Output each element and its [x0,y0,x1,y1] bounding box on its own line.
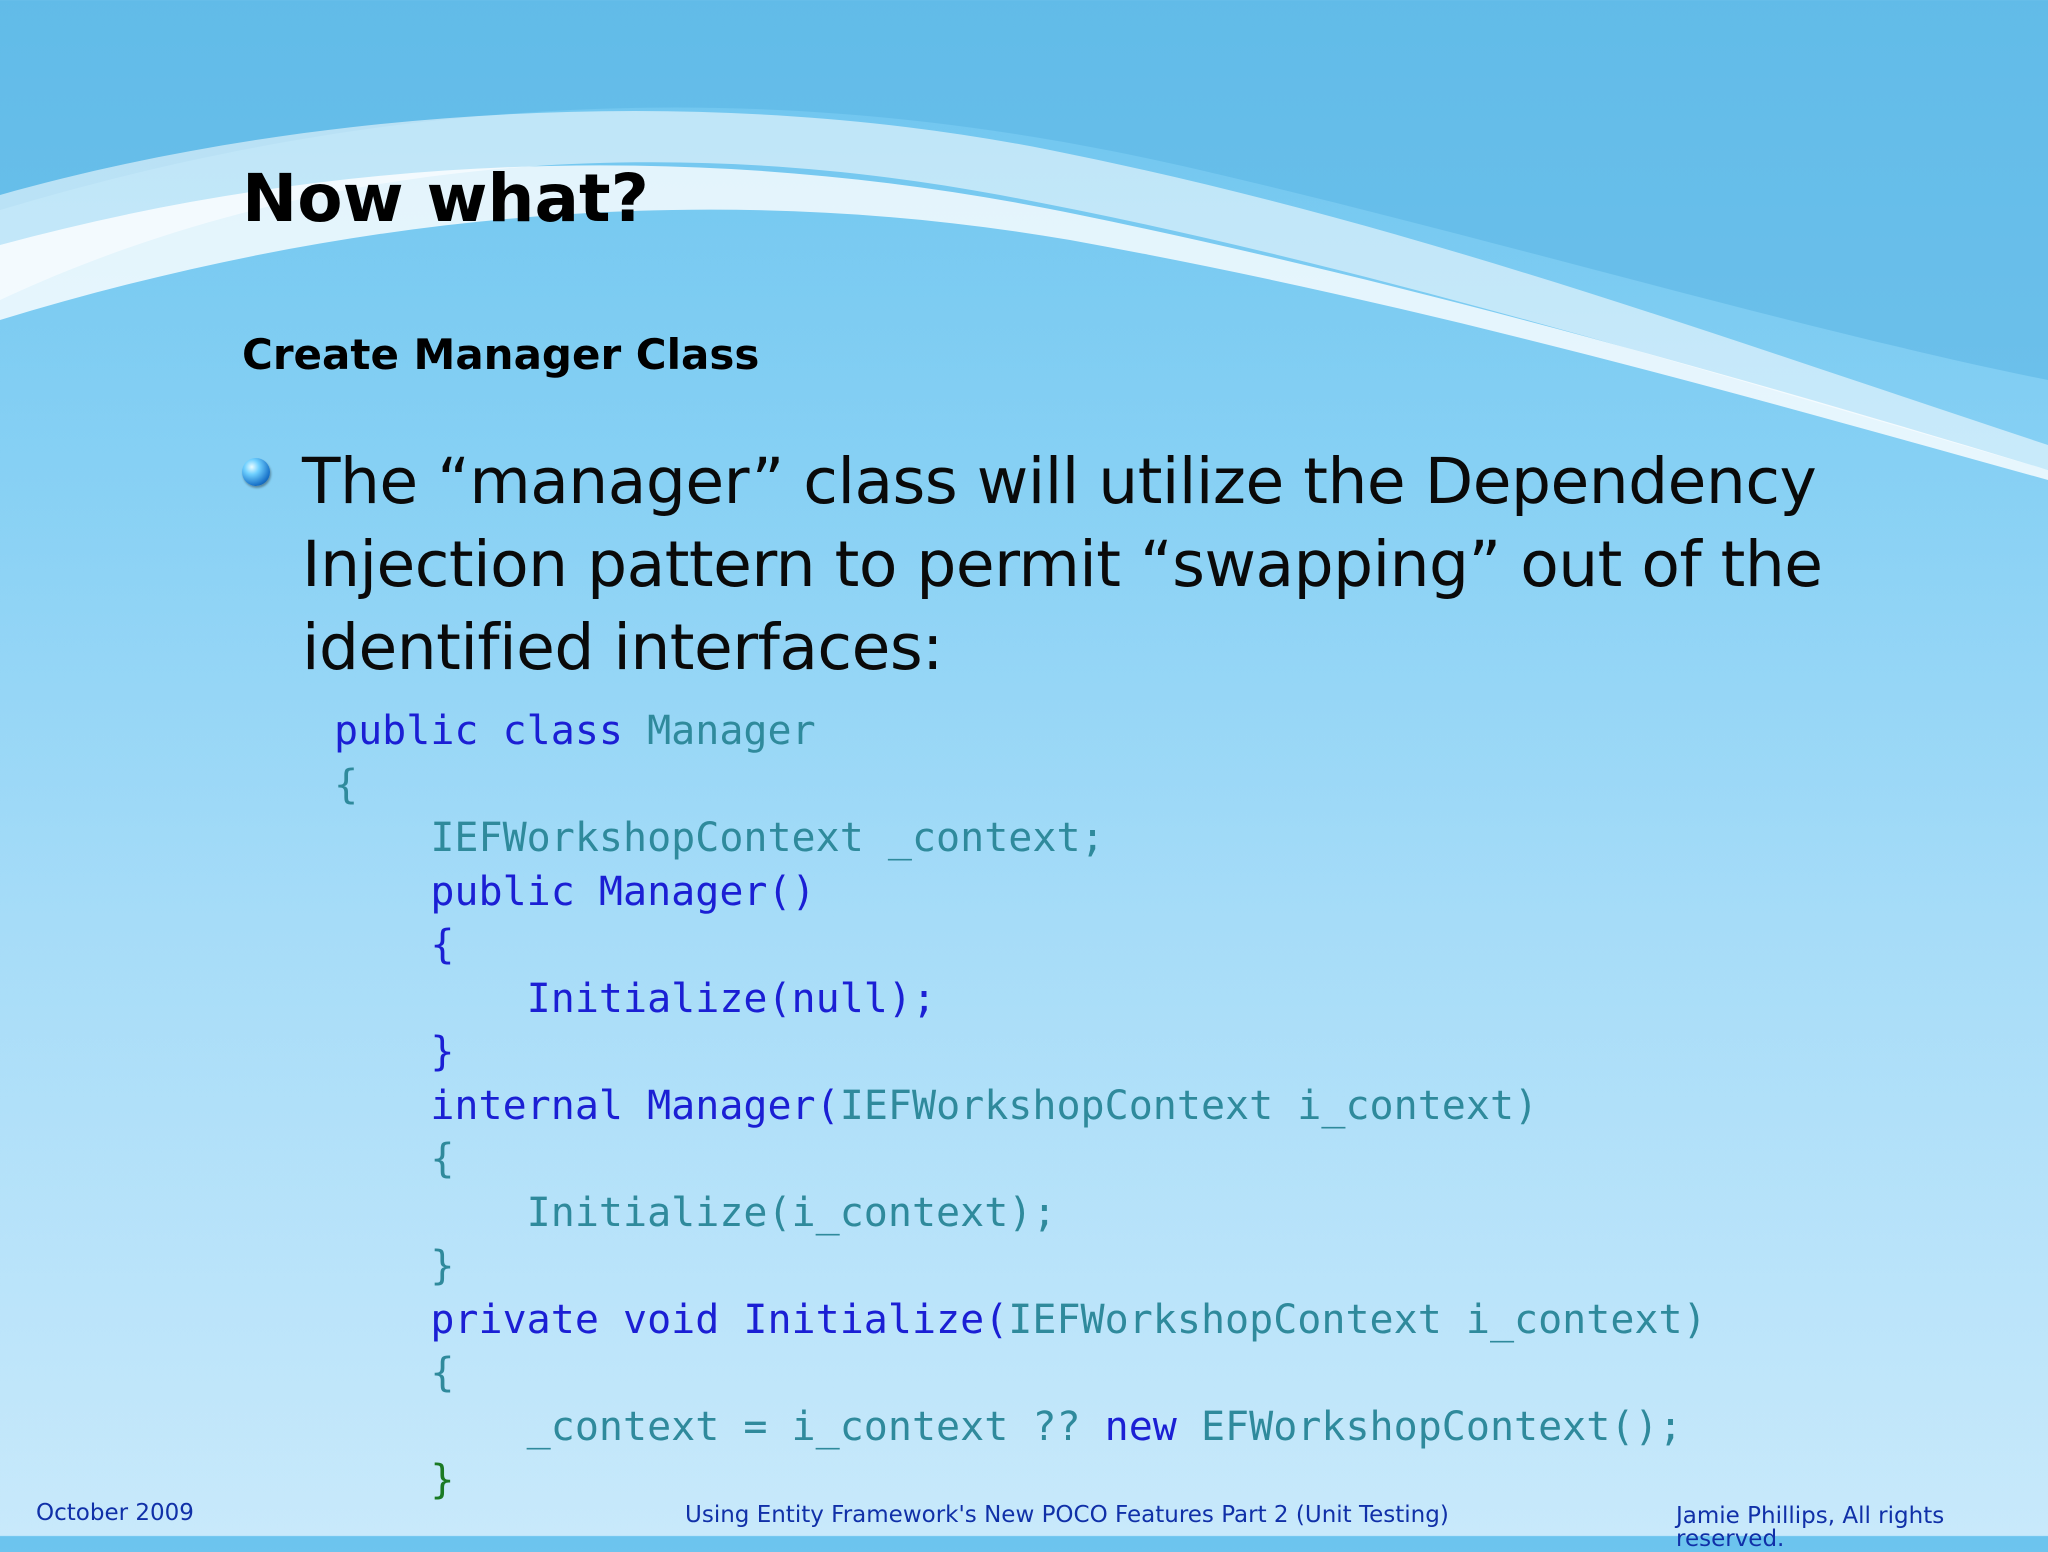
code-token: _context = i_context ?? [334,1403,1105,1450]
code-line: } [334,1240,1707,1294]
code-token: { [334,922,455,968]
footer-presentation-title: Using Entity Framework's New POCO Featur… [685,1502,1449,1528]
code-token: { [334,761,359,808]
code-line: IEFWorkshopContext _context; [334,812,1707,866]
code-token: Manager [647,708,816,754]
code-token: { [334,1136,455,1182]
slide-subtitle: Create Manager Class [242,330,760,379]
code-line: } [334,1026,1707,1080]
background-wave-graphic [0,0,2048,480]
code-line: _context = i_context ?? new EFWorkshopCo… [334,1401,1707,1455]
code-token: Initialize(null); [334,975,937,1022]
code-line: private void Initialize(IEFWorkshopConte… [334,1294,1707,1348]
slide-title: Now what? [242,160,649,237]
code-line: { [334,919,1707,973]
code-token: internal Manager( [334,1082,840,1129]
footer-date: October 2009 [36,1500,194,1526]
bullet-text: The “manager” class will utilize the Dep… [302,445,1823,684]
code-token: { [334,1350,455,1396]
code-token: } [334,1243,455,1289]
code-token: EFWorkshopContext(); [1200,1403,1683,1450]
footer-copyright: Jamie Phillips, All rights reserved. [1676,1503,1945,1552]
code-line: Initialize(null); [334,973,1707,1027]
code-line: { [334,1347,1707,1401]
code-line: } [334,1454,1707,1508]
code-token: IEFWorkshopContext i_context) [1008,1296,1707,1343]
code-line: internal Manager(IEFWorkshopContext i_co… [334,1080,1707,1134]
code-line: public class Manager [334,705,1707,759]
code-token: Initialize(i_context); [334,1189,1057,1236]
code-token: public class [334,708,648,754]
code-line: public Manager() [334,866,1707,920]
code-token: } [334,1457,455,1503]
code-line: { [334,1133,1707,1187]
code-token: public Manager() [334,868,816,915]
code-line: { [334,759,1707,813]
code-block: public class Manager{ IEFWorkshopContext… [334,705,1707,1508]
code-token: private void Initialize( [334,1296,1009,1343]
code-token: } [334,1029,455,1075]
code-token: IEFWorkshopContext i_context) [839,1082,1539,1129]
code-token: new [1104,1403,1201,1450]
code-line: Initialize(i_context); [334,1187,1707,1241]
bullet-icon [242,458,270,486]
code-token: IEFWorkshopContext _context; [334,815,1105,861]
